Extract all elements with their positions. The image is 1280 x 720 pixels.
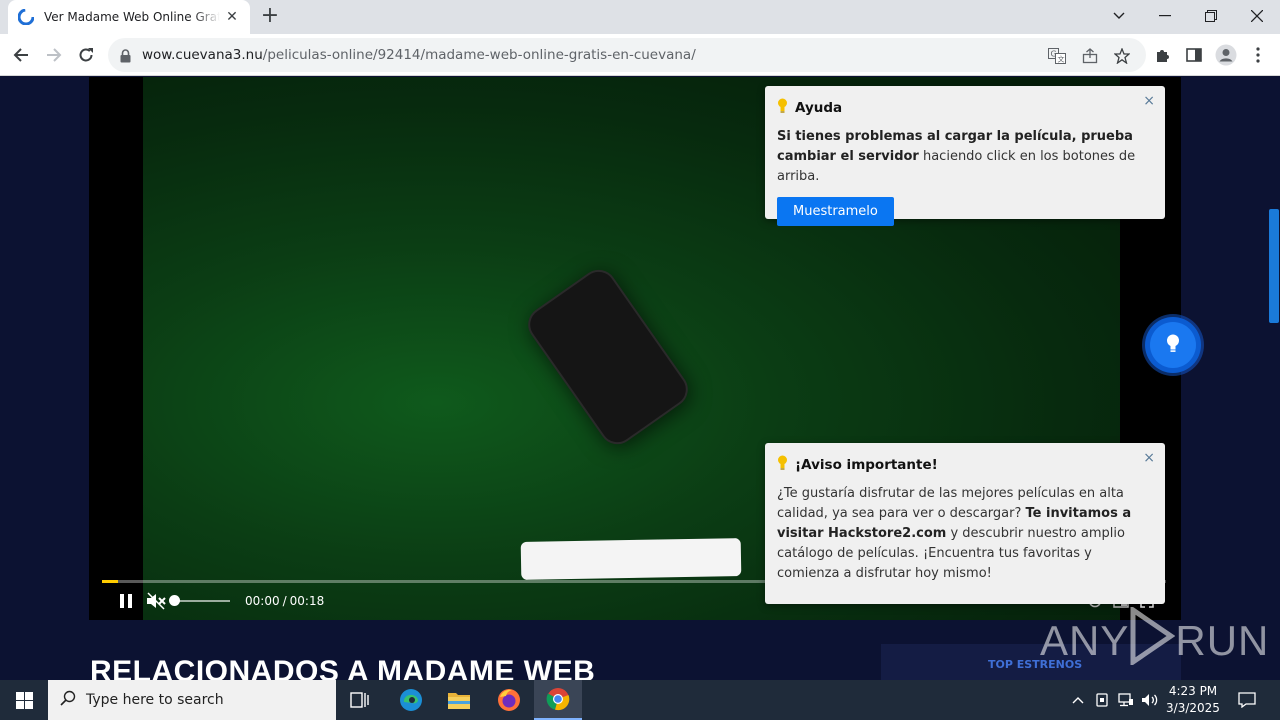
new-tab-icon[interactable]: + [258, 5, 282, 29]
translate-icon[interactable]: G文 [1046, 45, 1068, 67]
tray-device-icon[interactable] [1092, 690, 1112, 710]
minimize-icon[interactable] [1142, 2, 1188, 30]
tab-title: Ver Madame Web Online Gratis en Cuevana [44, 10, 220, 24]
pause-icon[interactable] [117, 589, 135, 613]
page-viewport: 00:00/00:18 Ayuda × Si tienes problemas … [0, 77, 1280, 680]
time-display: 00:00/00:18 [245, 594, 324, 608]
reload-icon[interactable] [72, 41, 100, 69]
cuevana-favicon-icon [18, 9, 34, 25]
windows-start-icon[interactable] [0, 680, 48, 720]
tab-close-icon[interactable]: ✕ [224, 9, 240, 25]
back-arrow-icon[interactable] [7, 41, 35, 69]
related-section-title: RELACIONADOS A MADAME WEB [90, 655, 596, 680]
help-fab-button[interactable] [1145, 317, 1201, 373]
file-explorer-icon[interactable] [435, 680, 483, 720]
task-view-icon[interactable] [336, 680, 384, 720]
duration: 00:18 [289, 594, 325, 608]
volume-knob[interactable] [169, 595, 180, 606]
notice-popup: ¡Aviso importante! × ¿Te gustaría disfru… [765, 443, 1165, 604]
taskbar-clock[interactable]: 4:23 PM 3/3/2025 [1160, 683, 1226, 717]
volume-slider[interactable] [173, 600, 230, 602]
video-phone-shape [521, 262, 695, 452]
help-popup: Ayuda × Si tienes problemas al cargar la… [765, 86, 1165, 226]
watermark-text-left: ANY [1040, 617, 1130, 664]
lock-icon[interactable] [120, 48, 131, 67]
tab-search-chevron-icon[interactable] [1096, 2, 1142, 30]
notice-popup-close-icon[interactable]: × [1143, 451, 1155, 465]
taskbar-date: 3/3/2025 [1166, 701, 1220, 715]
lightbulb-icon [777, 455, 788, 474]
forward-arrow-icon[interactable] [40, 41, 68, 69]
help-popup-close-icon[interactable]: × [1143, 94, 1155, 108]
side-panel-icon[interactable] [1182, 43, 1206, 67]
svg-text:文: 文 [1058, 55, 1065, 64]
chrome-icon[interactable] [534, 680, 582, 720]
notice-popup-header: ¡Aviso importante! [777, 455, 1153, 474]
taskbar-search-box[interactable]: Type here to search [48, 680, 336, 720]
edge-browser-icon[interactable] [387, 680, 435, 720]
browser-tab[interactable]: Ver Madame Web Online Gratis en Cuevana … [8, 0, 250, 34]
restore-icon[interactable] [1188, 2, 1234, 30]
show-me-button[interactable]: Muestramelo [777, 197, 894, 226]
share-icon[interactable] [1079, 45, 1101, 67]
video-white-card-shape [520, 538, 742, 580]
help-fab-inner [1150, 322, 1196, 368]
extensions-puzzle-icon[interactable] [1150, 43, 1174, 67]
taskbar-time: 4:23 PM [1168, 684, 1218, 698]
network-icon[interactable] [1116, 690, 1136, 710]
current-time: 00:00 [245, 594, 280, 608]
scrollbar-thumb[interactable] [1269, 209, 1279, 323]
kebab-menu-icon[interactable] [1246, 43, 1270, 67]
seek-bar-fill [102, 580, 118, 583]
tab-strip: Ver Madame Web Online Gratis en Cuevana … [0, 0, 1280, 34]
help-popup-body: Si tienes problemas al cargar la películ… [777, 127, 1153, 187]
windows-taskbar: Type here to search 4:23 PM 3/3/2025 [0, 680, 1280, 720]
bookmark-star-icon[interactable] [1111, 45, 1133, 67]
notice-popup-title: ¡Aviso importante! [795, 456, 938, 473]
help-popup-header: Ayuda [777, 98, 1153, 117]
notice-popup-body: ¿Te gustaría disfrutar de las mejores pe… [777, 484, 1153, 584]
volume-icon[interactable] [1140, 690, 1160, 710]
taskbar-search-placeholder: Type here to search [86, 692, 224, 708]
firefox-icon[interactable] [485, 680, 533, 720]
tray-chevron-up-icon[interactable] [1068, 690, 1088, 710]
watermark-play-icon [1129, 605, 1176, 675]
url-text[interactable]: wow.cuevana3.nu/peliculas-online/92414/m… [142, 47, 696, 63]
lightbulb-icon [1166, 334, 1180, 357]
search-icon [60, 690, 76, 710]
page-scrollbar[interactable] [1268, 77, 1280, 680]
lightbulb-icon [777, 98, 788, 117]
time-separator: / [282, 594, 287, 608]
watermark-text-right: RUN [1175, 617, 1270, 664]
help-popup-title: Ayuda [795, 99, 843, 116]
address-bar[interactable]: wow.cuevana3.nu/peliculas-online/92414/m… [108, 38, 1146, 72]
browser-toolbar: wow.cuevana3.nu/peliculas-online/92414/m… [0, 34, 1280, 76]
notifications-icon[interactable] [1237, 690, 1257, 710]
anyrun-watermark: ANY RUN [1040, 605, 1270, 675]
close-window-icon[interactable] [1234, 2, 1280, 30]
profile-avatar-icon[interactable] [1214, 43, 1238, 67]
muted-volume-icon[interactable] [145, 589, 167, 613]
